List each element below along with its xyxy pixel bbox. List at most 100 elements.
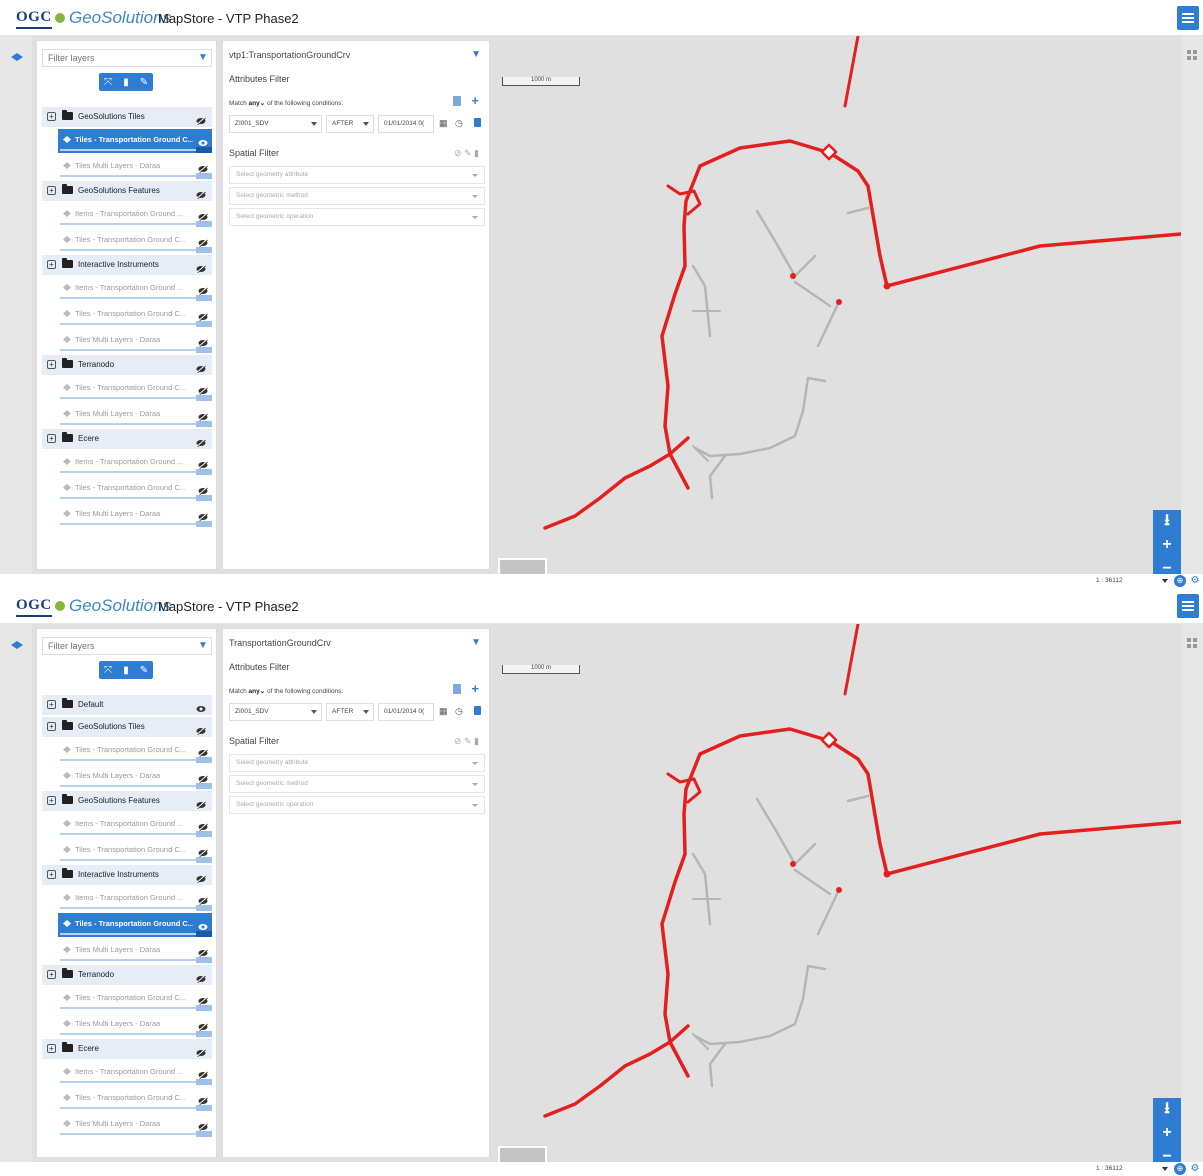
opacity-handle[interactable]: [196, 1131, 212, 1137]
layer-node[interactable]: Items - Transportation Ground ...: [58, 1061, 212, 1085]
query-filter-icon[interactable]: ▼: [471, 637, 481, 648]
expand-icon[interactable]: +: [47, 870, 56, 879]
eye-slash-icon[interactable]: [196, 360, 206, 374]
opacity-handle[interactable]: [196, 757, 212, 763]
date-input[interactable]: 01/01/2014 0(: [378, 115, 434, 133]
zoom-in-button[interactable]: +: [1153, 1122, 1181, 1146]
scale-select[interactable]: 1 : 36112: [1096, 575, 1170, 587]
opacity-slider[interactable]: [60, 907, 212, 909]
eye-icon[interactable]: [196, 700, 206, 712]
grid-icon[interactable]: [1187, 50, 1197, 60]
calendar-icon[interactable]: ▦: [439, 706, 448, 717]
geometric-method-select[interactable]: Select geometric method: [229, 187, 485, 205]
opacity-handle[interactable]: [196, 147, 212, 153]
layer-node[interactable]: Tiles Multi Layers - Daraa: [58, 1113, 212, 1137]
layer-node[interactable]: Tiles Multi Layers - Daraa: [58, 939, 212, 963]
eye-slash-icon[interactable]: [198, 282, 208, 296]
scale-select[interactable]: 1 : 36112: [1096, 1163, 1170, 1175]
opacity-handle[interactable]: [196, 1105, 212, 1111]
layer-node[interactable]: Items - Transportation Ground ...: [58, 451, 212, 475]
opacity-handle[interactable]: [196, 173, 212, 179]
opacity-slider[interactable]: [60, 759, 212, 761]
layer-group[interactable]: + Interactive Instruments: [42, 255, 212, 275]
eye-slash-icon[interactable]: [198, 208, 208, 222]
layer-node[interactable]: Tiles - Transportation Ground C...: [58, 129, 212, 153]
opacity-handle[interactable]: [196, 857, 212, 863]
eye-slash-icon[interactable]: [198, 818, 208, 832]
gear-icon[interactable]: ⚙: [1189, 1163, 1201, 1175]
eye-slash-icon[interactable]: [198, 160, 208, 174]
eye-slash-icon[interactable]: [198, 770, 208, 784]
layer-group[interactable]: + GeoSolutions Features: [42, 181, 212, 201]
opacity-slider[interactable]: [60, 497, 212, 499]
eye-slash-icon[interactable]: [198, 382, 208, 396]
opacity-handle[interactable]: [196, 295, 212, 301]
eye-icon[interactable]: [198, 918, 208, 930]
filter-layers-input[interactable]: [43, 50, 193, 66]
wrench-icon[interactable]: ✎: [136, 77, 152, 88]
globe-icon[interactable]: ⊕: [1174, 575, 1186, 587]
opacity-handle[interactable]: [196, 1031, 212, 1037]
layer-node[interactable]: Tiles - Transportation Ground C...: [58, 477, 212, 501]
date-input[interactable]: 01/01/2014 0(: [378, 703, 434, 721]
eye-slash-icon[interactable]: [198, 1118, 208, 1132]
wrench-icon[interactable]: ✎: [136, 665, 152, 676]
opacity-slider[interactable]: [60, 249, 212, 251]
eye-slash-icon[interactable]: ⊘: [454, 148, 462, 158]
eye-slash-icon[interactable]: [198, 744, 208, 758]
layer-node[interactable]: Items - Transportation Ground ...: [58, 203, 212, 227]
expand-icon[interactable]: +: [47, 186, 56, 195]
expand-icon[interactable]: +: [47, 260, 56, 269]
eye-slash-icon[interactable]: [196, 1044, 206, 1058]
opacity-handle[interactable]: [196, 905, 212, 911]
opacity-handle[interactable]: [196, 831, 212, 837]
filter-layers-input[interactable]: [43, 638, 193, 654]
delete-condition-icon[interactable]: [474, 706, 481, 715]
layer-node[interactable]: Items - Transportation Ground ...: [58, 277, 212, 301]
opacity-handle[interactable]: [196, 469, 212, 475]
match-any-dropdown[interactable]: any: [249, 100, 260, 107]
trash-icon[interactable]: ▮: [118, 77, 134, 88]
opacity-slider[interactable]: [60, 785, 212, 787]
layers-icon[interactable]: [10, 52, 24, 62]
layer-node[interactable]: Tiles - Transportation Ground C...: [58, 1087, 212, 1111]
eye-slash-icon[interactable]: [198, 844, 208, 858]
opacity-handle[interactable]: [196, 1079, 212, 1085]
eye-slash-icon[interactable]: [196, 970, 206, 984]
eye-slash-icon[interactable]: [198, 992, 208, 1006]
eye-slash-icon[interactable]: [198, 1066, 208, 1080]
opacity-slider[interactable]: [60, 223, 212, 225]
layer-node[interactable]: Tiles Multi Layers - Daraa: [58, 403, 212, 427]
layer-node[interactable]: Tiles - Transportation Ground C...: [58, 839, 212, 863]
trash-icon[interactable]: ▮: [474, 736, 479, 746]
opacity-slider[interactable]: [60, 149, 212, 151]
burger-menu-button[interactable]: [1177, 594, 1199, 618]
globe-icon[interactable]: ⊕: [1174, 1163, 1186, 1175]
trash-icon[interactable]: ▮: [118, 665, 134, 676]
expand-icon[interactable]: +: [47, 796, 56, 805]
eye-slash-icon[interactable]: [196, 112, 206, 126]
eye-slash-icon[interactable]: ⊘: [454, 736, 462, 746]
expand-icon[interactable]: +: [47, 700, 56, 709]
opacity-slider[interactable]: [60, 323, 212, 325]
layer-node[interactable]: Tiles Multi Layers - Daraa: [58, 155, 212, 179]
geometric-operation-select[interactable]: Select geometric operation: [229, 208, 485, 226]
opacity-handle[interactable]: [196, 395, 212, 401]
eye-slash-icon[interactable]: [198, 234, 208, 248]
opacity-slider[interactable]: [60, 833, 212, 835]
expand-icon[interactable]: +: [47, 360, 56, 369]
opacity-handle[interactable]: [196, 1005, 212, 1011]
eye-slash-icon[interactable]: [198, 408, 208, 422]
layer-node[interactable]: Tiles Multi Layers - Daraa: [58, 329, 212, 353]
layer-node[interactable]: Tiles - Transportation Ground C...: [58, 987, 212, 1011]
add-condition-button[interactable]: +: [471, 681, 479, 696]
opacity-slider[interactable]: [60, 1033, 212, 1035]
download-button[interactable]: ⭳: [1153, 510, 1181, 534]
opacity-slider[interactable]: [60, 297, 212, 299]
opacity-slider[interactable]: [60, 1107, 212, 1109]
layer-group[interactable]: + Default: [42, 695, 212, 715]
calendar-icon[interactable]: ▦: [439, 118, 448, 129]
filter-funnel-icon[interactable]: ▼: [198, 53, 208, 63]
opacity-handle[interactable]: [196, 347, 212, 353]
zoom-in-button[interactable]: +: [1153, 534, 1181, 558]
